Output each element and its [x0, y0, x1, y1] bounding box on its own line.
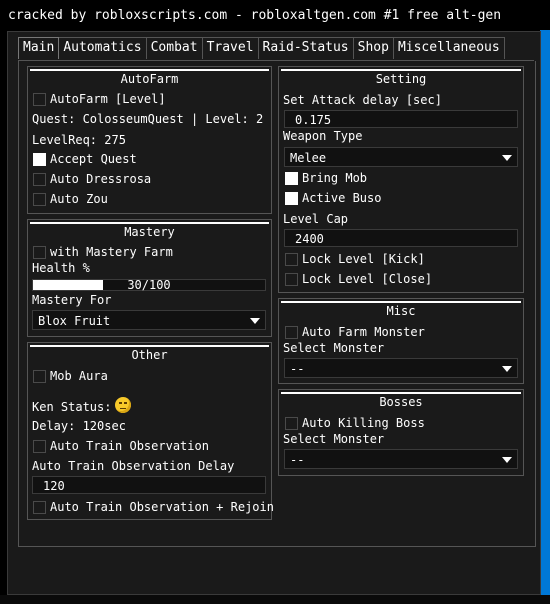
- mastery-title: Mastery: [124, 225, 175, 239]
- tab-automatics[interactable]: Automatics: [58, 37, 147, 59]
- active-buso-label: Active Buso: [302, 191, 382, 205]
- observation-delay-value: 120: [43, 479, 65, 493]
- tab-main[interactable]: Main: [18, 37, 60, 59]
- tab-shop[interactable]: Shop: [352, 37, 394, 59]
- mob-aura-label: Mob Aura: [50, 369, 108, 383]
- bosses-select-monster-dropdown[interactable]: --: [284, 449, 518, 469]
- lock-level-kick-checkbox[interactable]: [285, 253, 298, 266]
- lock-level-close-checkbox[interactable]: [285, 273, 298, 286]
- auto-farm-monster-label: Auto Farm Monster: [302, 325, 425, 339]
- other-panel: Other Mob Aura Ken Status: Delay: 120sec…: [27, 342, 274, 520]
- auto-train-rejoin-label: Auto Train Observation + Rejoin: [50, 500, 274, 514]
- auto-dressrosa-label: Auto Dressrosa: [50, 172, 152, 186]
- health-slider-value: 30/100: [127, 278, 171, 292]
- autofarm-level-checkbox[interactable]: [33, 93, 46, 106]
- auto-farm-monster-checkbox[interactable]: [285, 326, 298, 339]
- lock-level-close-label: Lock Level [Close]: [302, 272, 433, 286]
- mob-aura-checkbox[interactable]: [33, 370, 46, 383]
- misc-select-monster-dropdown[interactable]: --: [284, 358, 518, 378]
- mastery-for-label: Mastery For: [32, 293, 112, 307]
- level-cap-input[interactable]: 2400: [284, 229, 518, 247]
- window-edge: [540, 30, 550, 604]
- lock-level-kick-label: Lock Level [Kick]: [302, 252, 425, 266]
- weapon-type-label: Weapon Type: [283, 129, 363, 143]
- autofarm-title: AutoFarm: [120, 72, 179, 86]
- ken-status-label: Ken Status:: [32, 400, 112, 414]
- setting-panel: Setting Set Attack delay [sec] 0.175 Wea…: [278, 66, 524, 293]
- attack-delay-input[interactable]: 0.175: [284, 110, 518, 128]
- with-mastery-farm-label: with Mastery Farm: [50, 245, 173, 259]
- auto-zou-checkbox[interactable]: [33, 193, 46, 206]
- setting-title: Setting: [375, 72, 427, 86]
- auto-train-rejoin-checkbox[interactable]: [33, 501, 46, 514]
- tab-combat[interactable]: Combat: [145, 37, 203, 59]
- with-mastery-farm-checkbox[interactable]: [33, 246, 46, 259]
- chevron-down-icon: [502, 155, 512, 161]
- weapon-type-value: Melee: [290, 151, 327, 165]
- tab-travel[interactable]: Travel: [201, 37, 259, 59]
- window-bottom-edge: [0, 595, 550, 604]
- observation-delay-input[interactable]: 120: [32, 476, 266, 494]
- tab-bar: Main Automatics Combat Travel Raid-Statu…: [18, 37, 505, 60]
- chevron-down-icon: [502, 457, 512, 463]
- bring-mob-checkbox[interactable]: [285, 172, 298, 185]
- autofarm-panel: AutoFarm AutoFarm [Level] Quest: Colosse…: [27, 66, 272, 214]
- misc-panel: Misc Auto Farm Monster Select Monster --: [278, 298, 524, 384]
- quest-text: Quest: ColosseumQuest | Level: 2: [32, 112, 264, 126]
- accept-quest-checkbox[interactable]: [33, 153, 46, 166]
- auto-zou-label: Auto Zou: [50, 192, 108, 206]
- misc-select-monster-value: --: [290, 362, 305, 376]
- bosses-select-monster-label: Select Monster: [283, 432, 385, 446]
- auto-killing-boss-label: Auto Killing Boss: [302, 416, 425, 430]
- auto-dressrosa-checkbox[interactable]: [33, 173, 46, 186]
- level-cap-value: 2400: [295, 232, 324, 246]
- attack-delay-value: 0.175: [295, 113, 332, 127]
- misc-title: Misc: [386, 304, 416, 318]
- tab-raid-status[interactable]: Raid-Status: [257, 37, 354, 59]
- bring-mob-label: Bring Mob: [302, 171, 368, 185]
- chevron-down-icon: [250, 318, 260, 324]
- observation-delay-label: Auto Train Observation Delay: [32, 459, 235, 473]
- level-cap-label: Level Cap: [283, 212, 349, 226]
- bosses-panel: Bosses Auto Killing Boss Select Monster …: [278, 389, 524, 476]
- bosses-select-monster-value: --: [290, 453, 305, 467]
- accept-quest-label: Accept Quest: [50, 152, 137, 166]
- autofarm-level-label: AutoFarm [Level]: [50, 92, 166, 106]
- health-label: Health %: [32, 261, 90, 275]
- auto-train-observation-label: Auto Train Observation: [50, 439, 209, 453]
- misc-select-monster-label: Select Monster: [283, 341, 385, 355]
- chevron-down-icon: [502, 366, 512, 372]
- other-title: Other: [131, 348, 168, 362]
- health-slider[interactable]: 30/100: [32, 278, 266, 292]
- mastery-for-dropdown[interactable]: Blox Fruit: [32, 310, 266, 330]
- active-buso-checkbox[interactable]: [285, 192, 298, 205]
- mastery-panel: Mastery with Mastery Farm Health % 30/10…: [27, 219, 272, 337]
- weapon-type-dropdown[interactable]: Melee: [284, 147, 518, 167]
- levelreq-text: LevelReq: 275: [32, 133, 126, 147]
- tab-miscellaneous[interactable]: Miscellaneous: [392, 37, 505, 59]
- smiley-face-icon: [115, 397, 131, 413]
- attack-delay-label: Set Attack delay [sec]: [283, 93, 442, 107]
- mastery-for-value: Blox Fruit: [38, 314, 111, 328]
- auto-train-observation-checkbox[interactable]: [33, 440, 46, 453]
- auto-killing-boss-checkbox[interactable]: [285, 417, 298, 430]
- window-title: cracked by robloxscripts.com - robloxalt…: [8, 8, 502, 23]
- delay-text: Delay: 120sec: [32, 419, 126, 433]
- bosses-title: Bosses: [379, 395, 423, 409]
